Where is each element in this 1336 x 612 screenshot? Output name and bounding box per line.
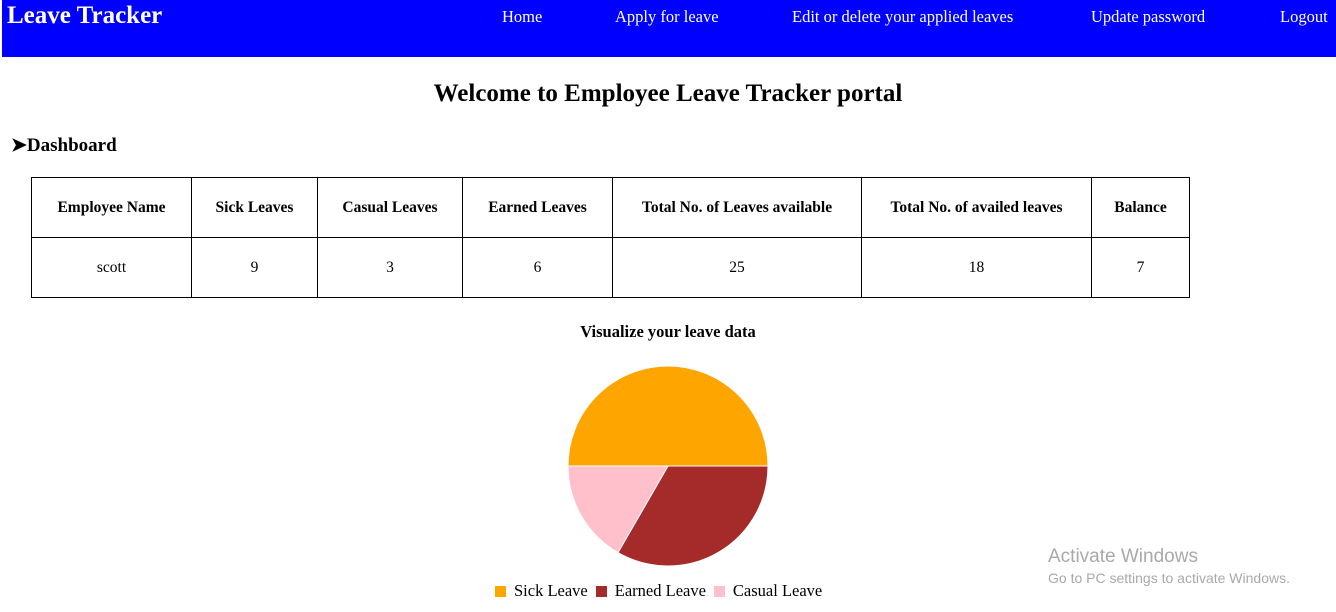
brand-link[interactable]: Leave Tracker — [7, 2, 162, 30]
leave-summary-table: Employee Name Sick Leaves Casual Leaves … — [31, 177, 1190, 298]
nav-edit-leaves-link[interactable]: Edit or delete your applied leaves — [792, 7, 1013, 27]
legend-label: Casual Leave — [732, 581, 823, 600]
cell-employee-name: scott — [31, 237, 192, 298]
header-earned-leaves: Earned Leaves — [462, 177, 613, 238]
header-sick-leaves: Sick Leaves — [191, 177, 318, 238]
cell-sick-leaves: 9 — [191, 237, 318, 298]
legend-item-sick-leave[interactable]: Sick Leave — [495, 581, 588, 601]
chart-legend: Sick Leave Earned Leave Casual Leave — [495, 581, 830, 603]
cell-total-availed: 18 — [861, 237, 1092, 298]
cell-total-available: 25 — [612, 237, 862, 298]
chart-title: Visualize your leave data — [580, 322, 756, 341]
legend-swatch — [595, 586, 607, 597]
dashboard-title: ➤Dashboard — [11, 134, 117, 157]
header-total-availed: Total No. of availed leaves — [861, 177, 1092, 238]
dashboard-label: Dashboard — [26, 135, 117, 156]
nav-home-link[interactable]: Home — [502, 7, 542, 27]
leave-pie-chart — [567, 365, 769, 567]
table-header-row: Employee Name Sick Leaves Casual Leaves … — [31, 177, 1190, 238]
cell-earned-leaves: 6 — [462, 237, 613, 298]
legend-label: Earned Leave — [614, 581, 706, 600]
nav-apply-leave-link[interactable]: Apply for leave — [615, 7, 719, 27]
pie-slice-sick-leave — [567, 365, 769, 467]
page-title: Welcome to Employee Leave Tracker portal — [433, 80, 903, 107]
legend-swatch — [495, 586, 506, 597]
cell-balance: 7 — [1091, 237, 1190, 298]
header-employee-name: Employee Name — [31, 177, 192, 238]
arrow-icon: ➤ — [11, 135, 27, 156]
nav-logout-link[interactable]: Logout — [1280, 7, 1328, 27]
header-total-available: Total No. of Leaves available — [612, 177, 862, 238]
header-casual-leaves: Casual Leaves — [317, 177, 463, 238]
cell-casual-leaves: 3 — [317, 237, 463, 298]
watermark-subtitle: Go to PC settings to activate Windows. — [1048, 570, 1290, 586]
legend-label: Sick Leave — [514, 581, 588, 600]
table-row: scott 9 3 6 25 18 7 — [31, 237, 1190, 298]
legend-item-earned-leave[interactable]: Earned Leave — [595, 581, 706, 601]
header-balance: Balance — [1091, 177, 1190, 238]
watermark-title: Activate Windows — [1048, 546, 1198, 567]
navbar: Leave Tracker Home Apply for leave Edit … — [2, 0, 1336, 57]
legend-item-casual-leave[interactable]: Casual Leave — [713, 581, 823, 601]
legend-swatch — [713, 586, 725, 597]
activate-windows-watermark: Activate Windows Go to PC settings to ac… — [1048, 545, 1290, 587]
nav-update-password-link[interactable]: Update password — [1091, 7, 1205, 27]
